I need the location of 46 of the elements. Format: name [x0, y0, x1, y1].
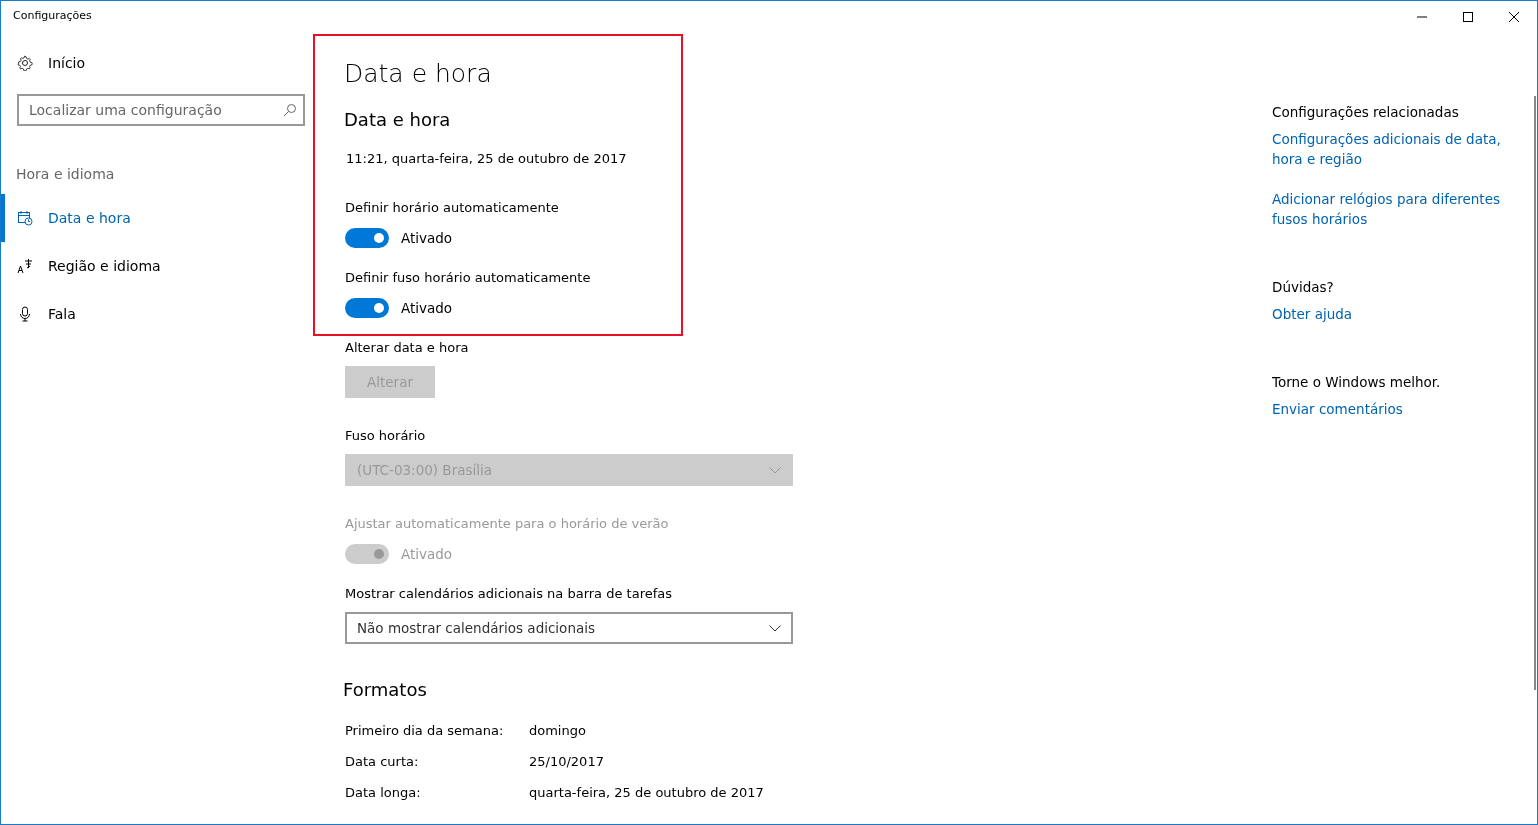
microphone-icon [17, 306, 33, 322]
related-link[interactable]: Obter ajuda [1272, 304, 1353, 324]
settings-icon [17, 55, 33, 71]
dropdown[interactable]: Não mostrar calendários adicionais [345, 612, 793, 644]
setting-label: Definir horário automaticamente [345, 199, 560, 217]
window-title: Configurações [12, 8, 93, 22]
search-icon [283, 103, 297, 117]
page-title: Data e hora [344, 58, 493, 90]
setting-label: Alterar data e hora [345, 339, 470, 357]
format-label: Data longa: [345, 784, 422, 802]
section-title: Data e hora [344, 108, 452, 132]
setting-label: Ajustar automaticamente para o horário de verão [345, 515, 670, 533]
format-label: Data curta: [345, 753, 420, 771]
language-icon [17, 258, 33, 274]
chevron-down-icon [769, 466, 781, 474]
section-label: Hora e idioma [16, 165, 116, 184]
home-nav-item[interactable]: Início [1, 53, 313, 73]
search-field[interactable]: Localizar uma configuração [17, 94, 305, 126]
format-value: domingo [529, 722, 586, 740]
format-value: quarta-feira, 25 de outubro de 2017 [529, 784, 764, 802]
toggle-switch[interactable] [345, 228, 389, 248]
related-link[interactable]: Enviar comentários [1272, 399, 1403, 419]
related-link[interactable]: Adicionar relógios para diferentes fusos horários [1272, 189, 1522, 229]
setting-label: Definir fuso horário automaticamente [345, 269, 592, 287]
format-label: Primeiro dia da semana: [345, 722, 505, 740]
related-heading: Torne o Windows melhor. [1272, 373, 1441, 392]
chevron-down-icon [769, 624, 781, 632]
calendar-clock-icon [17, 210, 33, 226]
related-link[interactable]: Configurações adicionais de data, hora e região [1272, 129, 1522, 169]
related-heading: Configurações relacionadas [1272, 103, 1459, 122]
scrollbar[interactable] [1534, 96, 1536, 690]
close-icon [1508, 10, 1520, 23]
toggle-state-text: Ativado [401, 546, 453, 562]
related-heading: Dúvidas? [1272, 278, 1334, 297]
nav-item[interactable]: Data e hora [1, 194, 313, 242]
maximize-icon [1462, 10, 1474, 23]
toggle-switch[interactable] [345, 298, 389, 318]
section-title: Formatos [343, 678, 428, 702]
current-datetime: 11:21, quarta-feira, 25 de outubro de 2017 [346, 150, 628, 168]
setting-label: Fuso horário [345, 427, 427, 445]
toggle-state-text: Ativado [401, 300, 453, 316]
format-value: 25/10/2017 [529, 753, 604, 771]
toggle-state-text: Ativado [401, 230, 453, 246]
nav-item[interactable]: Fala [1, 290, 313, 338]
nav-item[interactable]: Região e idioma [1, 242, 313, 290]
setting-label: Mostrar calendários adicionais na barra de tarefas [345, 585, 674, 603]
